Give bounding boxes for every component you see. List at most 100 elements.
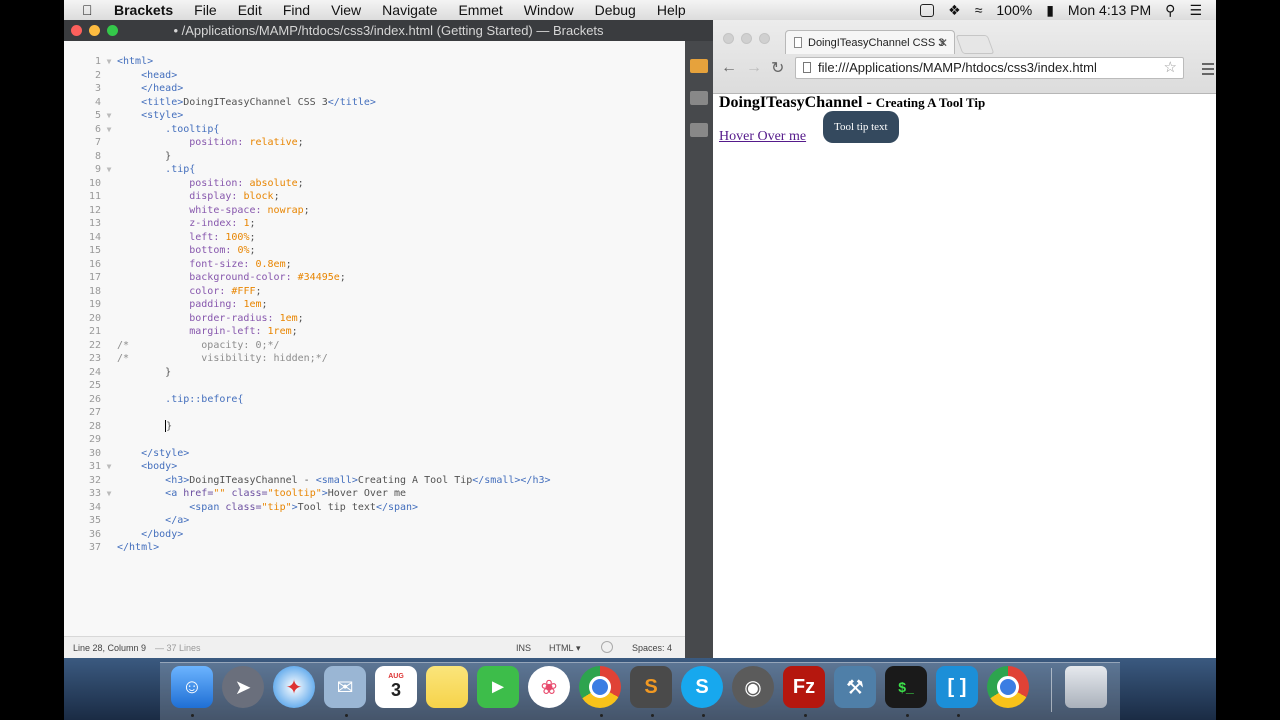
browser-window: DoingITeasyChannel CSS 3 ✕ ← → ↻ file://…	[713, 20, 1216, 658]
facetime-icon[interactable]: ►	[477, 666, 519, 708]
running-indicator	[906, 714, 909, 717]
calendar-month: AUG	[388, 673, 404, 680]
page-icon	[794, 37, 802, 48]
dropbox-icon[interactable]: ❖	[948, 2, 961, 19]
chrome-menu-icon[interactable]	[1202, 63, 1214, 78]
brackets-toolbar	[685, 41, 713, 658]
zoom-window-button[interactable]	[107, 25, 118, 36]
clock[interactable]: Mon 4:13 PM	[1068, 2, 1151, 18]
chrome-icon[interactable]	[579, 666, 621, 708]
mail-icon[interactable]: ✉	[324, 666, 366, 708]
language-mode[interactable]: HTML	[549, 643, 574, 653]
filezilla-icon[interactable]: Fz	[783, 666, 825, 708]
code-line: 4 <title>DoingITeasyChannel CSS 3</title…	[94, 96, 376, 108]
code-line: 24 }	[88, 366, 172, 378]
code-line: 12 white-space: nowrap;	[88, 204, 310, 216]
browser-zoom-button[interactable]	[759, 33, 770, 44]
extension-manager-icon[interactable]	[690, 91, 708, 105]
battery-percent[interactable]: 100%	[996, 2, 1032, 18]
code-editor[interactable]: 1 ▼ <html> 2 <head> 3 </head> 4 <title>Doi…	[64, 41, 685, 636]
notification-center-icon[interactable]: ☰	[1189, 2, 1202, 19]
code-line: 7 position: relative;	[94, 137, 304, 148]
forward-arrow-icon[interactable]: →	[746, 59, 762, 77]
code-line: 13 z-index: 1;	[88, 218, 256, 229]
chrome-canary-icon[interactable]	[987, 666, 1029, 708]
menu-file[interactable]: File	[194, 2, 217, 18]
minimize-window-button[interactable]	[89, 25, 100, 36]
code-line: 31 ▼ <body>	[88, 461, 178, 472]
layers-icon[interactable]	[690, 123, 708, 137]
reload-icon[interactable]: ↻	[771, 58, 784, 78]
code-line: 33 ▼ <a href="" class="tooltip">Hover Ove…	[88, 488, 407, 499]
browser-tab[interactable]: DoingITeasyChannel CSS 3 ✕	[785, 30, 955, 54]
photos-icon[interactable]: ❀	[528, 666, 570, 708]
menu-help[interactable]: Help	[657, 2, 686, 18]
code-line: 3 </head>	[94, 83, 184, 94]
launchpad-icon[interactable]: ➤	[222, 666, 264, 708]
insert-mode[interactable]: INS	[516, 643, 531, 653]
menu-edit[interactable]: Edit	[238, 2, 262, 18]
address-bar[interactable]: file:///Applications/MAMP/htdocs/css3/in…	[795, 57, 1184, 79]
sequel-pro-icon[interactable]: ◉	[732, 666, 774, 708]
menu-debug[interactable]: Debug	[595, 2, 636, 18]
brackets-window: • /Applications/MAMP/htdocs/css3/index.h…	[64, 20, 713, 659]
code-line: 2 <head>	[94, 69, 178, 81]
window-title: • /Applications/MAMP/htdocs/css3/index.h…	[173, 23, 604, 38]
terminal-icon[interactable]: $_	[885, 666, 927, 708]
code-line: 32 <h3>DoingITeasyChannel - <small>Creat…	[88, 474, 551, 486]
cursor-position[interactable]: Line 28, Column 9	[73, 643, 146, 653]
code-line: 6 ▼ .tooltip{	[94, 123, 220, 135]
running-indicator	[191, 714, 194, 717]
skype-icon[interactable]: S	[681, 666, 723, 708]
page-heading: DoingITeasyChannel - Creating A Tool Tip	[719, 94, 986, 111]
code-line: 17 background-color: #34495e;	[88, 272, 346, 283]
code-line: 23/* visibility: hidden;*/	[88, 353, 328, 364]
spotlight-search-icon[interactable]: ⚲	[1165, 2, 1175, 19]
code-line: 8 }	[94, 150, 172, 162]
menu-emmet[interactable]: Emmet	[458, 2, 502, 18]
apple-icon[interactable]: 	[82, 2, 102, 18]
wifi-icon[interactable]: ≈	[975, 2, 983, 18]
tooltip-bubble: Tool tip text	[823, 111, 899, 143]
bookmark-star-icon[interactable]: ☆	[1164, 58, 1177, 78]
checkmark-status-icon[interactable]	[920, 3, 935, 17]
code-line: 11 display: block;	[88, 191, 280, 202]
hover-link[interactable]: Hover Over me	[719, 129, 806, 145]
new-tab-button[interactable]	[955, 35, 995, 54]
desktop:  Brackets File Edit Find View Navigate …	[64, 0, 1216, 720]
notes-icon[interactable]	[426, 666, 468, 708]
menu-navigate[interactable]: Navigate	[382, 2, 437, 18]
safari-icon[interactable]: ✦	[273, 666, 315, 708]
trash-icon[interactable]	[1065, 666, 1107, 708]
calendar-icon[interactable]: AUG 3	[375, 666, 417, 708]
code-line: 15 bottom: 0%;	[88, 245, 256, 256]
code-line: 18 color: #FFF;	[88, 285, 262, 297]
finder-icon[interactable]: ☺	[171, 666, 213, 708]
menu-view[interactable]: View	[331, 2, 361, 18]
browser-minimize-button[interactable]	[741, 33, 752, 44]
running-indicator	[804, 714, 807, 717]
menu-app-name[interactable]: Brackets	[114, 2, 173, 18]
code-line: 19 padding: 1em;	[88, 299, 268, 310]
running-indicator	[957, 714, 960, 717]
code-line: 10 position: absolute;	[88, 177, 304, 189]
code-line: 37 </html>	[88, 542, 160, 553]
code-line: 28 }	[88, 419, 173, 432]
menu-find[interactable]: Find	[283, 2, 310, 18]
menu-window[interactable]: Window	[524, 2, 574, 18]
close-tab-icon[interactable]: ✕	[938, 31, 948, 54]
close-window-button[interactable]	[71, 25, 82, 36]
back-arrow-icon[interactable]: ←	[721, 59, 737, 77]
brackets-icon[interactable]: [ ]	[936, 666, 978, 708]
battery-icon[interactable]: ▮	[1046, 2, 1054, 19]
status-bar: Line 28, Column 9 — 37 Lines INS HTML ▾ …	[64, 636, 685, 659]
sublime-icon[interactable]: S	[630, 666, 672, 708]
running-indicator	[600, 714, 603, 717]
browser-close-button[interactable]	[723, 33, 734, 44]
indent-spaces[interactable]: Spaces: 4	[632, 643, 672, 653]
live-preview-icon[interactable]	[690, 59, 708, 73]
xcode-icon[interactable]: ⚒	[834, 666, 876, 708]
chevron-down-icon[interactable]: ▾	[576, 643, 581, 654]
linter-status-icon[interactable]	[601, 641, 613, 653]
menu-bar:  Brackets File Edit Find View Navigate …	[64, 0, 1216, 21]
